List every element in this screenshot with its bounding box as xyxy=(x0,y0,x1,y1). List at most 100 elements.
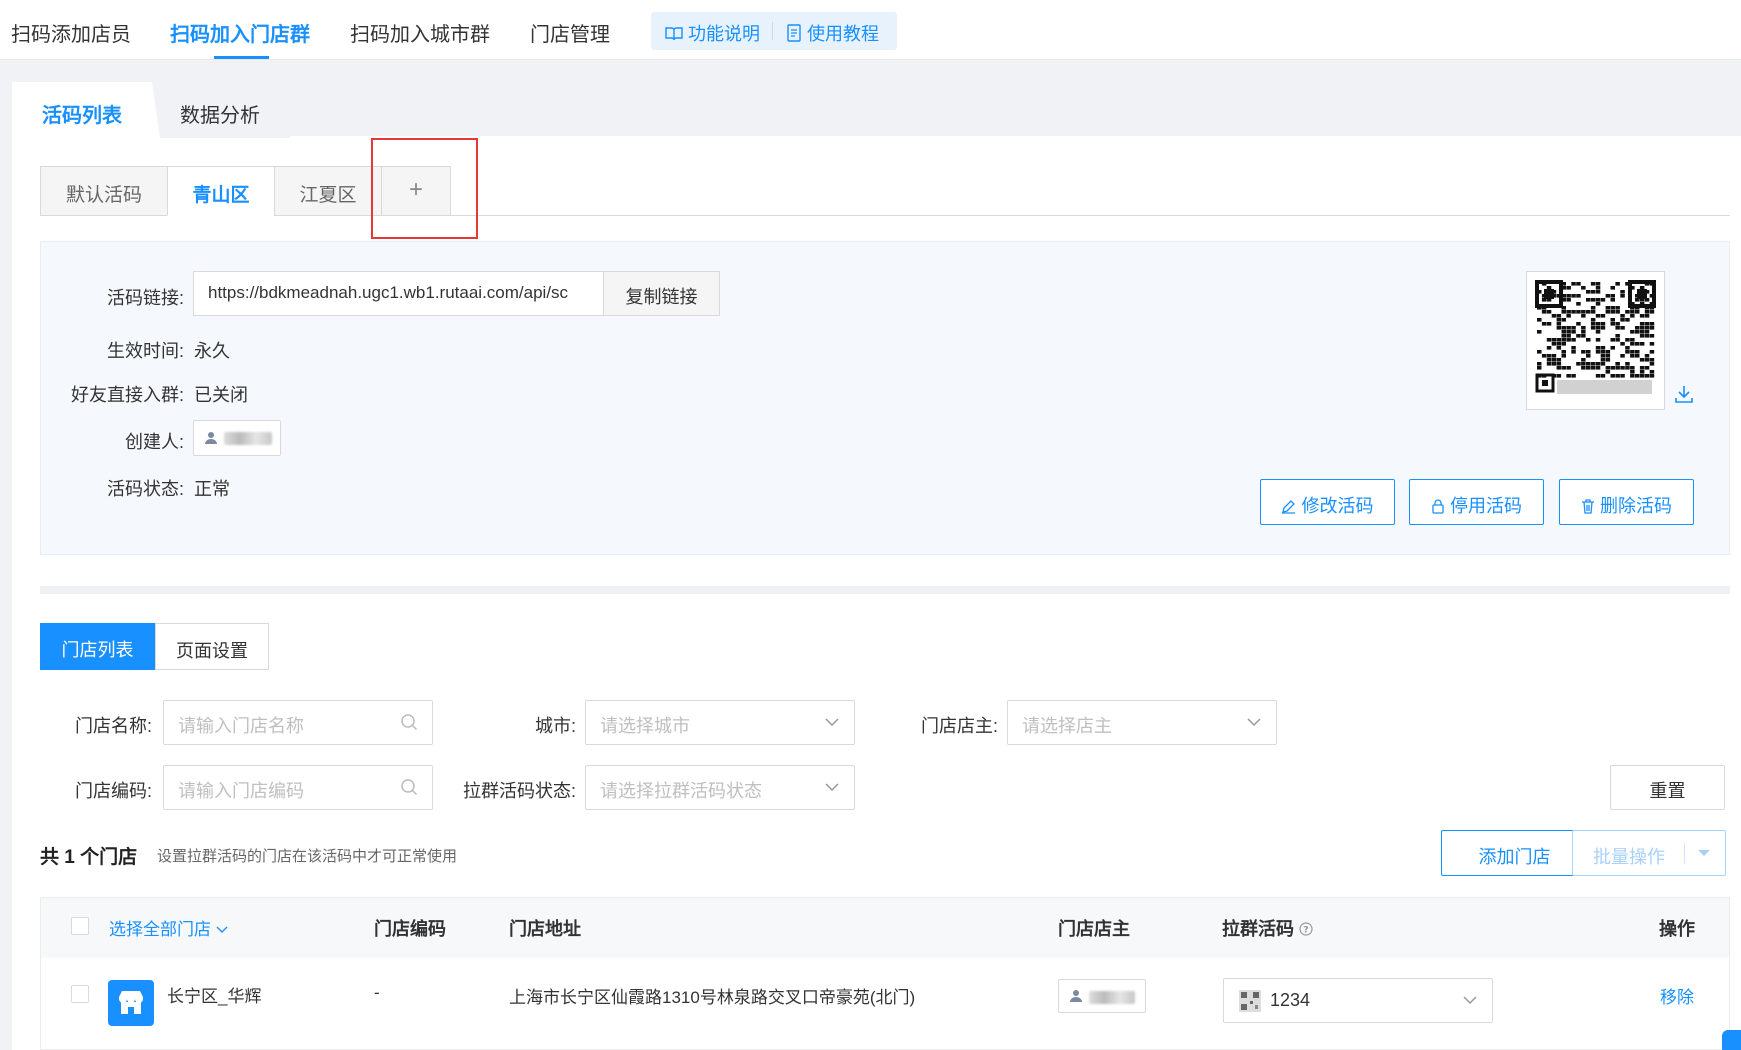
creator-tag[interactable] xyxy=(193,420,281,456)
qr-status-label: 拉群活码状态: xyxy=(462,781,576,801)
creator-name-blurred xyxy=(224,432,272,445)
select-all-dropdown[interactable]: 选择全部门店 xyxy=(109,915,228,940)
chevron-down-icon xyxy=(1463,996,1477,1005)
store-address: 上海市长宁区仙霞路1310号林泉路交叉口帝豪苑(北门) xyxy=(509,988,916,1007)
chevron-down-icon xyxy=(825,783,839,792)
book-icon xyxy=(665,27,683,41)
chevron-down-icon xyxy=(216,926,228,933)
store-name-label: 门店名称: xyxy=(74,716,152,736)
feature-guide-label: 功能说明 xyxy=(688,24,761,44)
help-separator xyxy=(772,22,773,40)
user-icon xyxy=(1070,990,1082,1002)
lock-icon xyxy=(1432,499,1444,514)
owner-name-blurred xyxy=(1089,991,1135,1004)
help-links: 功能说明 使用教程 xyxy=(651,12,897,50)
store-name-placeholder: 请输入门店名称 xyxy=(178,716,304,736)
batch-operation-label: 批量操作 xyxy=(1593,847,1665,867)
user-icon xyxy=(205,432,217,444)
copy-link-button[interactable]: 复制链接 xyxy=(603,271,720,316)
owner-label: 门店店主: xyxy=(920,716,998,736)
trash-icon xyxy=(1581,499,1594,514)
tutorial-link[interactable]: 使用教程 xyxy=(786,20,879,46)
caret-down-icon xyxy=(1698,850,1710,856)
reset-button[interactable]: 重置 xyxy=(1610,765,1725,810)
add-store-button[interactable]: 添加门店 xyxy=(1441,830,1588,876)
store-name: 长宁区_华辉 xyxy=(167,987,262,1006)
join-value: 已关闭 xyxy=(194,385,248,405)
nav-join-city-group[interactable]: 扫码加入城市群 xyxy=(350,18,490,47)
store-icon xyxy=(108,980,154,1026)
batch-operation-button[interactable]: 批量操作 xyxy=(1572,830,1726,876)
link-label: 活码链接: xyxy=(106,288,184,308)
city-select[interactable]: 请选择城市 xyxy=(585,700,855,745)
chevron-down-icon xyxy=(1247,718,1261,727)
edit-qr-label: 修改活码 xyxy=(1301,496,1374,516)
svg-text:?: ? xyxy=(1303,926,1308,936)
nav-store-management[interactable]: 门店管理 xyxy=(530,18,610,47)
qr-status-select[interactable]: 请选择拉群活码状态 xyxy=(585,765,855,810)
status-label: 活码状态: xyxy=(106,479,184,499)
document-icon xyxy=(787,24,801,42)
table-header xyxy=(40,897,1730,959)
subtab-qingshan[interactable]: 青山区 xyxy=(167,166,275,216)
time-value: 永久 xyxy=(194,341,230,361)
batch-separator xyxy=(1684,843,1685,863)
store-code-input[interactable]: 请输入门店编码 xyxy=(163,765,433,810)
status-value: 正常 xyxy=(194,479,230,499)
section-divider xyxy=(40,586,1730,594)
store-count: 共 1 个门店 xyxy=(40,847,138,868)
top-nav: 扫码添加店员 扫码加入门店群 扫码加入城市群 门店管理 功能说明 使用教程 xyxy=(0,0,1741,60)
qr-code-image xyxy=(1526,271,1665,410)
delete-qr-label: 删除活码 xyxy=(1600,496,1672,516)
tab-qr-list[interactable]: 活码列表 xyxy=(12,82,152,138)
store-name-input[interactable]: 请输入门店名称 xyxy=(163,700,433,745)
nav-add-staff[interactable]: 扫码添加店员 xyxy=(11,18,131,47)
city-label: 城市: xyxy=(534,716,576,736)
select-all-checkbox[interactable] xyxy=(71,917,89,935)
time-label: 生效时间: xyxy=(106,341,184,361)
th-qrcode-label: 拉群活码 xyxy=(1222,919,1294,939)
edit-icon xyxy=(1282,500,1296,514)
download-icon[interactable] xyxy=(1674,384,1694,404)
delete-qr-button[interactable]: 删除活码 xyxy=(1559,479,1694,525)
tab-page-settings[interactable]: 页面设置 xyxy=(155,623,269,670)
store-code: - xyxy=(374,983,380,1002)
join-label: 好友直接入群: xyxy=(70,385,184,405)
help-circle-icon[interactable]: ? xyxy=(1299,922,1313,936)
remove-link[interactable]: 移除 xyxy=(1660,983,1694,1008)
disable-qr-button[interactable]: 停用活码 xyxy=(1409,479,1544,525)
summary-note: 设置拉群活码的门店在该活码中才可正常使用 xyxy=(157,848,458,865)
th-address: 门店地址 xyxy=(509,919,581,939)
feature-guide-link[interactable]: 功能说明 xyxy=(665,20,760,46)
subtab-default[interactable]: 默认活码 xyxy=(40,166,168,216)
tab-store-list[interactable]: 门店列表 xyxy=(40,623,155,670)
owner-placeholder: 请选择店主 xyxy=(1022,716,1112,736)
highlight-box xyxy=(371,138,478,239)
disable-qr-label: 停用活码 xyxy=(1450,496,1522,516)
th-operations: 操作 xyxy=(1659,919,1695,939)
tab-data-analysis[interactable]: 数据分析 xyxy=(150,82,290,138)
creator-label: 创建人: xyxy=(124,432,184,452)
qr-pattern xyxy=(1535,280,1656,401)
edit-qr-button[interactable]: 修改活码 xyxy=(1260,479,1395,525)
qr-thumbnail-icon xyxy=(1239,990,1261,1012)
store-code-placeholder: 请输入门店编码 xyxy=(178,781,304,801)
nav-join-store-group[interactable]: 扫码加入门店群 xyxy=(170,18,310,47)
row-checkbox[interactable] xyxy=(71,985,89,1003)
select-all-label: 选择全部门店 xyxy=(109,920,211,939)
th-owner: 门店店主 xyxy=(1058,919,1130,939)
qr-status-placeholder: 请选择拉群活码状态 xyxy=(600,781,762,801)
store-owner-tag xyxy=(1058,979,1146,1013)
store-code-label: 门店编码: xyxy=(74,781,152,801)
link-field[interactable]: https://bdkmeadnah.ugc1.wb1.rutaai.com/a… xyxy=(193,271,604,316)
row-qrcode-value: 1234 xyxy=(1270,990,1311,1010)
active-nav-underline xyxy=(214,56,269,59)
owner-select[interactable]: 请选择店主 xyxy=(1007,700,1277,745)
th-qrcode: 拉群活码 ? xyxy=(1222,915,1313,941)
row-qrcode-select[interactable]: 1234 xyxy=(1223,978,1493,1023)
th-store-code: 门店编码 xyxy=(374,919,446,939)
tutorial-label: 使用教程 xyxy=(807,24,880,44)
floating-help-tab[interactable] xyxy=(1722,1030,1741,1050)
city-placeholder: 请选择城市 xyxy=(600,716,690,736)
subtab-jiangxia[interactable]: 江夏区 xyxy=(274,166,382,216)
